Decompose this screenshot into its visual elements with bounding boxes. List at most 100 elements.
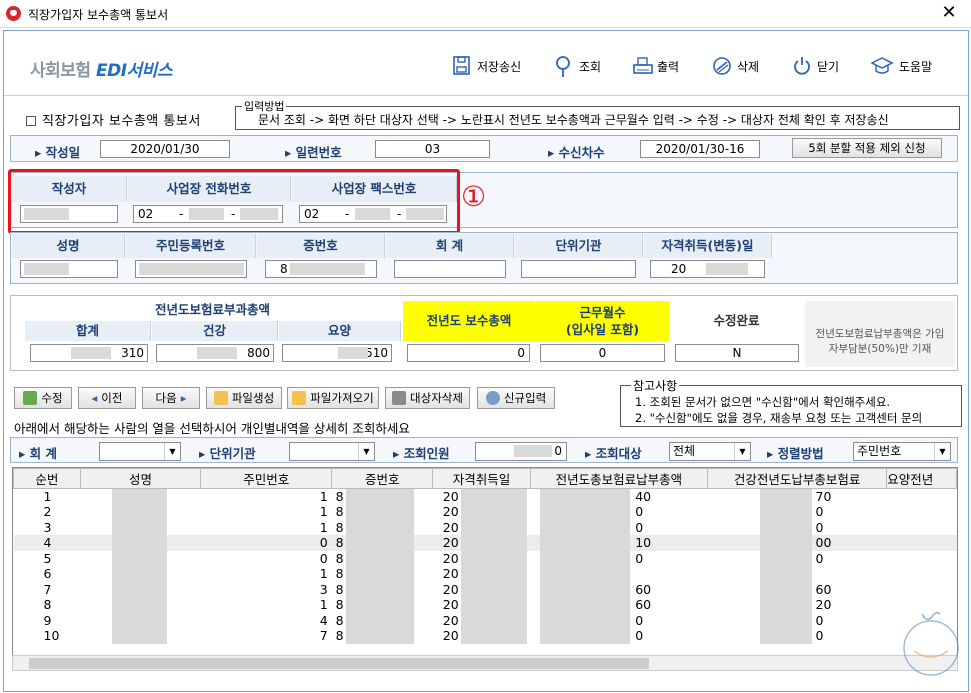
horizontal-scrollbar[interactable] [12,655,958,671]
filter-count-field[interactable]: 0 [475,442,567,461]
col-header[interactable]: 건강전년도납부총보험료 [706,468,888,489]
table-row[interactable]: 7 3 8 20 60 60 [14,581,957,598]
scrollbar-thumb[interactable] [29,658,649,669]
months-field[interactable]: 0 [540,344,665,362]
table-cell: 20 [433,519,530,535]
cert-field[interactable]: 8 [265,260,377,278]
prev-button[interactable]: ◂ 이전 [78,387,136,409]
table-cell [80,628,201,644]
close-icon[interactable]: ✕ [937,2,961,23]
pay-field[interactable]: 0 [407,344,530,362]
table-row[interactable]: 8 1 8 20 60 20 [14,597,957,613]
premium-group-label: 전년도보험료부과총액 [25,300,400,320]
reference-legend: 참고사항 [631,377,680,394]
col-header[interactable]: 성명 [79,468,202,489]
table-cell: 8 [332,597,433,613]
edit-icon [23,391,38,405]
close-form-label: 닫기 [817,59,840,74]
query-button[interactable]: 조회 [554,52,601,80]
recv-field[interactable]: 2020/01/30-16 [640,140,760,158]
table-cell [887,520,957,536]
care-field[interactable]: 510 [282,344,392,362]
table-cell: 7 [43,581,52,597]
data-grid[interactable]: 순번 성명 주민번호 증번호 자격취득일 전년도총보험료납부총액 건강전년도납부… [12,467,958,657]
print-button[interactable]: 출력 [632,52,679,80]
table-cell: 0 [530,504,707,520]
import-file-button[interactable]: 파일가져오기 [287,387,379,409]
edit-button[interactable]: 수정 [14,387,72,409]
table-row[interactable]: 10 7 8 20 0 0 [14,628,957,644]
table-cell: 3 [43,519,52,535]
close-form-button[interactable]: 닫기 [792,52,839,80]
cert-label: 증번호 [257,234,385,258]
table-row[interactable]: 9 4 8 20 0 0 [14,612,957,628]
delete-button[interactable]: 삭제 [712,52,759,80]
table-cell [887,504,957,520]
rrn-label: 주민등록번호 [126,234,256,258]
table-cell: 60 [708,581,887,597]
window-title: 직장가입자 보수총액 통보서 [28,8,169,22]
instruction-text: 아래에서 해당하는 사람의 열을 선택하시어 개인별내역을 상세히 조회하세요 [14,421,410,436]
table-row[interactable]: 6 1 8 20 [14,566,957,582]
table-row[interactable]: 3 1 8 20 0 0 [14,519,957,536]
table-row[interactable]: 4 0 8 20 10 00 [13,535,957,551]
printer-icon [632,55,653,77]
table-cell: 4 [319,612,328,628]
filter-unit-select[interactable]: ▼ [289,442,375,461]
table-row[interactable]: 5 0 8 20 0 0 [14,550,957,566]
table-cell: 8 [43,597,52,613]
table-row[interactable]: 1 1 8 20 40 70 [14,489,957,505]
col-header[interactable]: 전년도총보험료납부총액 [529,468,709,489]
unit-label: 단위기관 [515,234,643,258]
date-field[interactable]: 2020/01/30 [100,140,230,158]
filter-account-select[interactable]: ▼ [99,442,181,461]
apply-exclusion-button[interactable]: 5회 분할 적용 제외 신청 [792,138,942,158]
col-header[interactable]: 증번호 [331,468,434,489]
highlight-box [8,169,460,234]
reference-line-1: 1. 조회된 문서가 없으면 "수신함"에서 확인해주세요. [635,395,891,409]
filter-account-label: ▸ 회 계 [19,446,57,461]
table-cell [887,566,957,582]
table-row[interactable]: 2 1 8 20 0 0 [14,504,957,520]
create-file-button[interactable]: 파일생성 [206,387,282,409]
recv-label: ▸ 수신차수 [548,145,605,160]
rrn-field[interactable] [135,260,247,278]
chevron-down-icon: ▼ [358,443,374,460]
table-cell: 20 [433,628,530,644]
unit-field[interactable] [521,260,636,278]
filter-target-select[interactable]: 전체 ▼ [669,442,751,461]
arrow-right-icon: ▸ [180,391,187,405]
save-send-button[interactable]: 저장송신 [452,52,521,80]
account-field[interactable] [394,260,506,278]
graduation-cap-icon [870,55,894,77]
table-cell: 8 [332,489,433,504]
folder-import-icon [292,391,307,405]
next-button[interactable]: 다음 ▸ [142,387,200,409]
delete-target-button[interactable]: 대상자삭제 [385,387,470,409]
table-cell: 0 [708,628,887,644]
table-cell: 10 [530,535,707,551]
table-cell: 20 [433,489,530,504]
health-field[interactable]: 800 [156,344,274,362]
table-cell: 0 [708,504,887,520]
col-header[interactable]: 주민번호 [200,468,333,489]
table-cell [80,581,201,597]
table-cell [887,582,957,598]
name-field[interactable] [20,260,118,278]
serial-field[interactable]: 03 [375,140,490,158]
col-header[interactable]: 자격취득일 [432,468,531,489]
col-header[interactable]: 순번 [13,468,81,489]
total-field[interactable]: 310 [30,344,148,362]
qual-field[interactable]: 20 / [650,260,765,278]
new-entry-button[interactable]: 신규입력 [477,387,555,409]
toolbar-divider [4,95,968,96]
filter-sort-select[interactable]: 주민번호 ▼ [853,442,951,461]
table-cell: 8 [332,628,433,644]
table-cell: 0 [530,612,707,628]
done-field[interactable]: N [675,344,799,362]
table-cell [887,489,957,505]
table-cell: 9 [43,612,52,628]
help-button[interactable]: 도움말 [870,52,932,80]
col-header[interactable]: 요양전년 [886,468,957,489]
table-cell: 20 [433,597,530,613]
